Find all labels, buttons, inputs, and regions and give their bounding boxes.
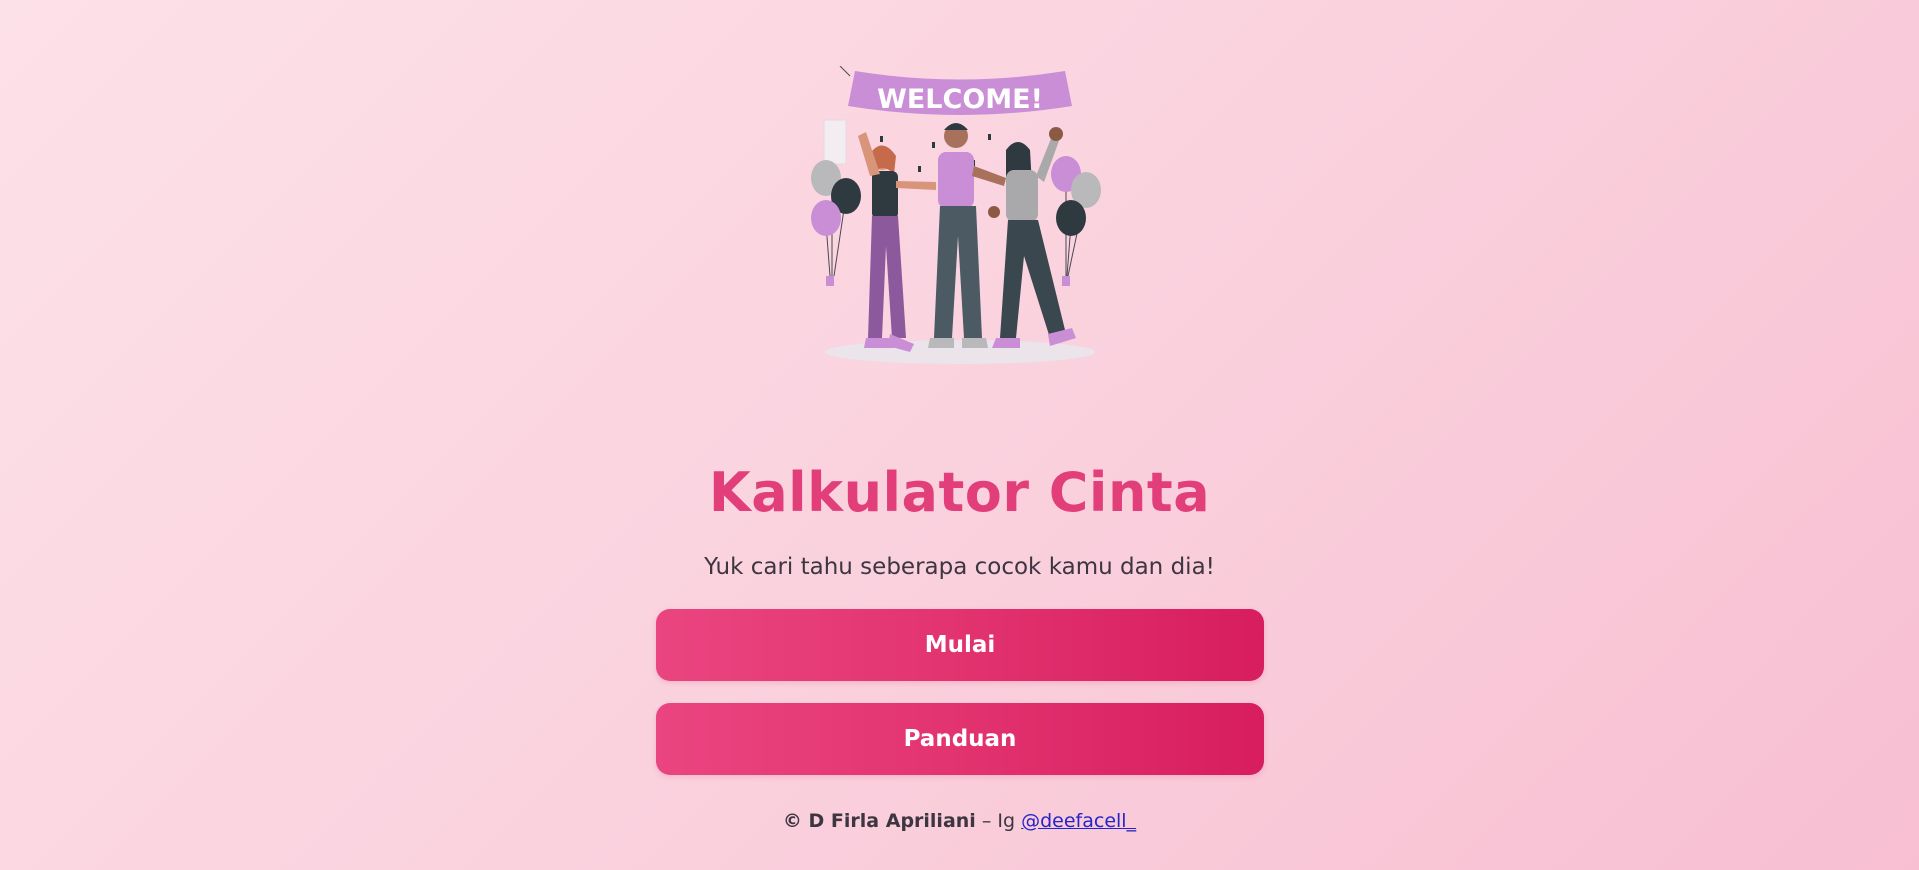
- page-subtitle: Yuk cari tahu seberapa cocok kamu dan di…: [704, 554, 1215, 580]
- footer: © D Firla Apriliani – Ig @deefacell_: [0, 808, 1919, 834]
- footer-copyright: © D Firla Apriliani: [782, 810, 976, 832]
- banner-text: WELCOME!: [877, 84, 1043, 115]
- footer-separator: – Ig: [975, 810, 1022, 832]
- welcome-illustration-svg: WELCOME!: [811, 65, 1101, 364]
- instagram-link[interactable]: @deefacell_: [1021, 810, 1136, 832]
- guide-button[interactable]: Panduan: [656, 703, 1264, 775]
- page-title: Kalkulator Cinta: [708, 461, 1211, 524]
- start-button[interactable]: Mulai: [656, 609, 1264, 681]
- welcome-illustration: WELCOME!: [810, 65, 1110, 366]
